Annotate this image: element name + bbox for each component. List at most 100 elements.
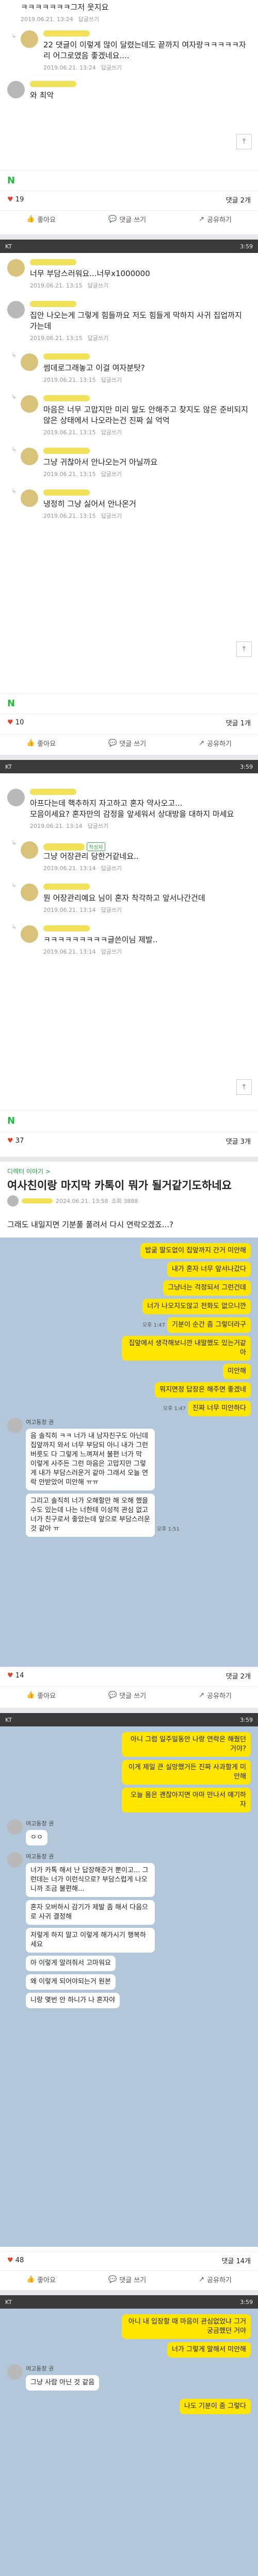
share-button[interactable]: ↗ 공유하기	[199, 1690, 232, 1700]
post-body: 그래도 내일지면 기분풀 풀려서 다시 연락오겠죠...?	[7, 1220, 174, 1229]
comment-count[interactable]: 댓글 3개	[226, 1136, 251, 1146]
author-avatar	[7, 1195, 19, 1207]
author-name-blurred	[22, 1198, 53, 1204]
reply-link[interactable]: 답글쓰기	[101, 907, 122, 913]
chat-bubble-theirs: ㅇㅇ	[26, 1830, 47, 1845]
comment-icon: 💬	[108, 1691, 117, 1699]
clock: 3:59	[240, 763, 253, 770]
write-comment-button[interactable]: 💬 댓글 쓰기	[108, 2275, 146, 2284]
like-button[interactable]: 👍 좋아요	[26, 738, 56, 748]
chat-bubble-theirs: 왜 이렇게 되어야되는거 원본	[26, 1974, 116, 1990]
comment-body: ㅋㅋㅋㅋㅋㅋㅋㅋㅋ글쓴이님 제발.. 2019.06.21. 13:14 답글쓰기	[43, 925, 251, 956]
reply-link[interactable]: 답글쓰기	[78, 16, 99, 23]
share-button[interactable]: ↗ 공유하기	[199, 2275, 232, 2284]
comment-date: 2019.06.21. 13:14	[43, 865, 96, 872]
comment-text: 아프다는데 핵추하지 자고하고 혼자 약사오고...	[30, 799, 183, 808]
share-button[interactable]: ↗ 공유하기	[199, 214, 232, 224]
comment-text: 그냥 귀찮아서 안나오는거 아닐까요	[43, 457, 158, 467]
reply-link[interactable]: 답글쓰기	[101, 64, 122, 71]
comment-meta: 2019.06.21. 13:15 답글쓰기	[43, 470, 251, 478]
comment-date: 2019.06.21. 13:14	[43, 907, 96, 913]
thumb-icon: 👍	[26, 2276, 35, 2283]
comment-text: 22 댓글이 이렇게 많이 달렸는데도 끝까지 여자랑ㅋㅋㅋㅋㅋ자리 어그로였음…	[43, 40, 246, 60]
like-count: 37	[15, 1137, 24, 1145]
reply-link[interactable]: 답글쓰기	[101, 429, 122, 436]
stat-line: ♥ 14 댓글 2개	[0, 1667, 258, 1684]
comment-text: 냉정히 그냥 싫어서 안나온거	[43, 499, 136, 509]
comment-count[interactable]: 댓글 14개	[221, 2256, 251, 2265]
comment-3: ↳ 썸데로그래놓고 이걸 여자분탓? 2019.06.21. 13:15 답글쓰기	[0, 346, 258, 388]
kakao-chat: 밥굶 딸도없이 집앞까지 간거 미안해 내가 혼자 너무 앞서나갔다 그냥너는 …	[0, 1238, 258, 1670]
comment-text: ㅋㅋㅋㅋㅋㅋㅋ그저 웃지요	[21, 3, 109, 12]
like-button[interactable]: 👍 좋아요	[26, 214, 56, 224]
reply-link[interactable]: 답글쓰기	[88, 282, 108, 289]
chat-row: 너가 나오지도않고 전화도 없으니깐	[7, 1297, 251, 1316]
scroll-top-button[interactable]: ⤒	[236, 1079, 252, 1095]
comment-1: ㅋㅋㅋㅋㅋㅋㅋ그저 웃지요 2019.06.21. 13:24 답글쓰기	[0, 0, 258, 27]
reply-link[interactable]: 답글쓰기	[101, 513, 122, 519]
comment-body: 너무 부담스러워요...너무x1000000 2019.06.21. 13:15…	[30, 259, 251, 290]
reply-arrow-icon: ↳	[11, 839, 17, 846]
reply-link[interactable]: 답글쓰기	[101, 948, 122, 955]
chat-row: 내가 혼자 너무 앞서나갔다	[7, 1260, 251, 1279]
stat-line: ♥ 48 댓글 14개	[0, 2251, 258, 2269]
reply-arrow-icon: ↳	[11, 446, 17, 453]
like-button[interactable]: 👍 좋아요	[26, 2275, 56, 2284]
reply-arrow-icon: ↳	[11, 487, 17, 495]
avatar	[7, 81, 25, 98]
like-label: 좋아요	[37, 740, 56, 748]
share-label: 공유하기	[207, 216, 232, 224]
write-comment-button[interactable]: 💬 댓글 쓰기	[108, 738, 146, 748]
reply-link[interactable]: 답글쓰기	[101, 865, 122, 872]
scroll-top-button[interactable]: ⤒	[236, 641, 252, 657]
screenshot-6: KT 3:59 아니 내 입장할 때 마음이 관심없었냐 그거 궁금했던 거야 너…	[0, 2295, 258, 2576]
reply-link[interactable]: 답글쓰기	[101, 377, 122, 383]
naver-share-bar: N	[0, 693, 258, 714]
avatar	[21, 884, 38, 901]
reply-link[interactable]: 답글쓰기	[88, 335, 108, 342]
comment-body: 썸데로그래놓고 이걸 여자분탓? 2019.06.21. 13:15 답글쓰기	[43, 353, 251, 384]
clock: 3:59	[240, 1716, 253, 1723]
status-bar: KT 3:59	[0, 240, 258, 253]
share-button[interactable]: ↗ 공유하기	[199, 738, 232, 748]
writer-badge: 작성자	[87, 842, 105, 851]
comment-meta: 2019.06.21. 13:14 답글쓰기	[43, 906, 251, 914]
heart-icon: ♥	[7, 719, 13, 726]
comment-text: 집안 나오는게 그렇게 힘들까요 저도 힘들게 막하지 사귀 집업까지 가는데	[30, 311, 242, 331]
naver-logo-icon: N	[7, 698, 15, 709]
commenter-name-blurred	[43, 395, 90, 401]
share-icon: ↗	[199, 739, 205, 747]
chat-row: 미안해	[7, 1362, 251, 1381]
reply-arrow-icon: ↳	[11, 32, 17, 40]
comment-date: 2019.06.21. 13:24	[21, 16, 73, 23]
comment-body: 뭔 어장관리예요 님이 혼자 착각하고 앞서나간건데 2019.06.21. 1…	[43, 884, 251, 914]
chat-bubble-mine: 아니 그럼 일주일동안 나랑 연락은 해줬던거야?	[122, 1732, 251, 1757]
comment-2: ↳ 작성자 그냥 어장관리 당한거같네요.. 2019.06.21. 13:14…	[0, 834, 258, 876]
comment-text: 뭔 어장관리예요 님이 혼자 착각하고 앞서나간건데	[43, 893, 205, 903]
board-link[interactable]: 디렉터 이야기 >	[0, 1162, 258, 1178]
post-title: 여사친이랑 마지막 카톡이 뭐가 될거같기도하네요	[7, 1179, 232, 1192]
comment-body: 22 댓글이 이렇게 많이 달렸는데도 끝까지 여자랑ㅋㅋㅋㅋㅋ자리 어그로였음…	[43, 30, 251, 72]
commenter-name-blurred	[30, 81, 76, 87]
comment-count[interactable]: 댓글 2개	[226, 1671, 251, 1681]
comment-icon: 💬	[108, 215, 117, 223]
chat-row: 뭐지면정 답장은 해주면 좋겠네	[7, 1381, 251, 1399]
comment-body: 마음은 너무 고맙지만 미리 말도 안해주고 찾지도 않은 준비되지 않은 상태…	[43, 395, 251, 436]
comment-count[interactable]: 댓글 1개	[226, 718, 251, 727]
commenter-name-blurred	[43, 843, 85, 851]
reply-link[interactable]: 답글쓰기	[101, 471, 122, 478]
scroll-top-button[interactable]: ⤒	[236, 134, 252, 149]
like-button[interactable]: 👍 좋아요	[26, 1690, 56, 1700]
comment-count[interactable]: 댓글 2개	[226, 195, 251, 205]
comment-date: 2019.06.21. 13:15	[43, 429, 96, 436]
chat-bubble-mine: 이게 제일 큰 실망했거든 진짜 사과할게 미안해	[122, 1760, 251, 1785]
naver-share-bar: N	[0, 170, 258, 191]
write-comment-button[interactable]: 💬 댓글 쓰기	[108, 214, 146, 224]
commenter-name-blurred	[43, 489, 90, 496]
comment-3: ↳ 뭔 어장관리예요 님이 혼자 착각하고 앞서나간건데 2019.06.21.…	[0, 876, 258, 918]
chat-bubble-mine: 내가 혼자 너무 앞서나갔다	[167, 1262, 251, 1277]
stat-line: ♥ 37 댓글 3개	[0, 1132, 258, 1149]
reply-link[interactable]: 답글쓰기	[88, 823, 108, 829]
write-comment-button[interactable]: 💬 댓글 쓰기	[108, 1690, 146, 1700]
heart-icon: ♥	[7, 196, 13, 204]
